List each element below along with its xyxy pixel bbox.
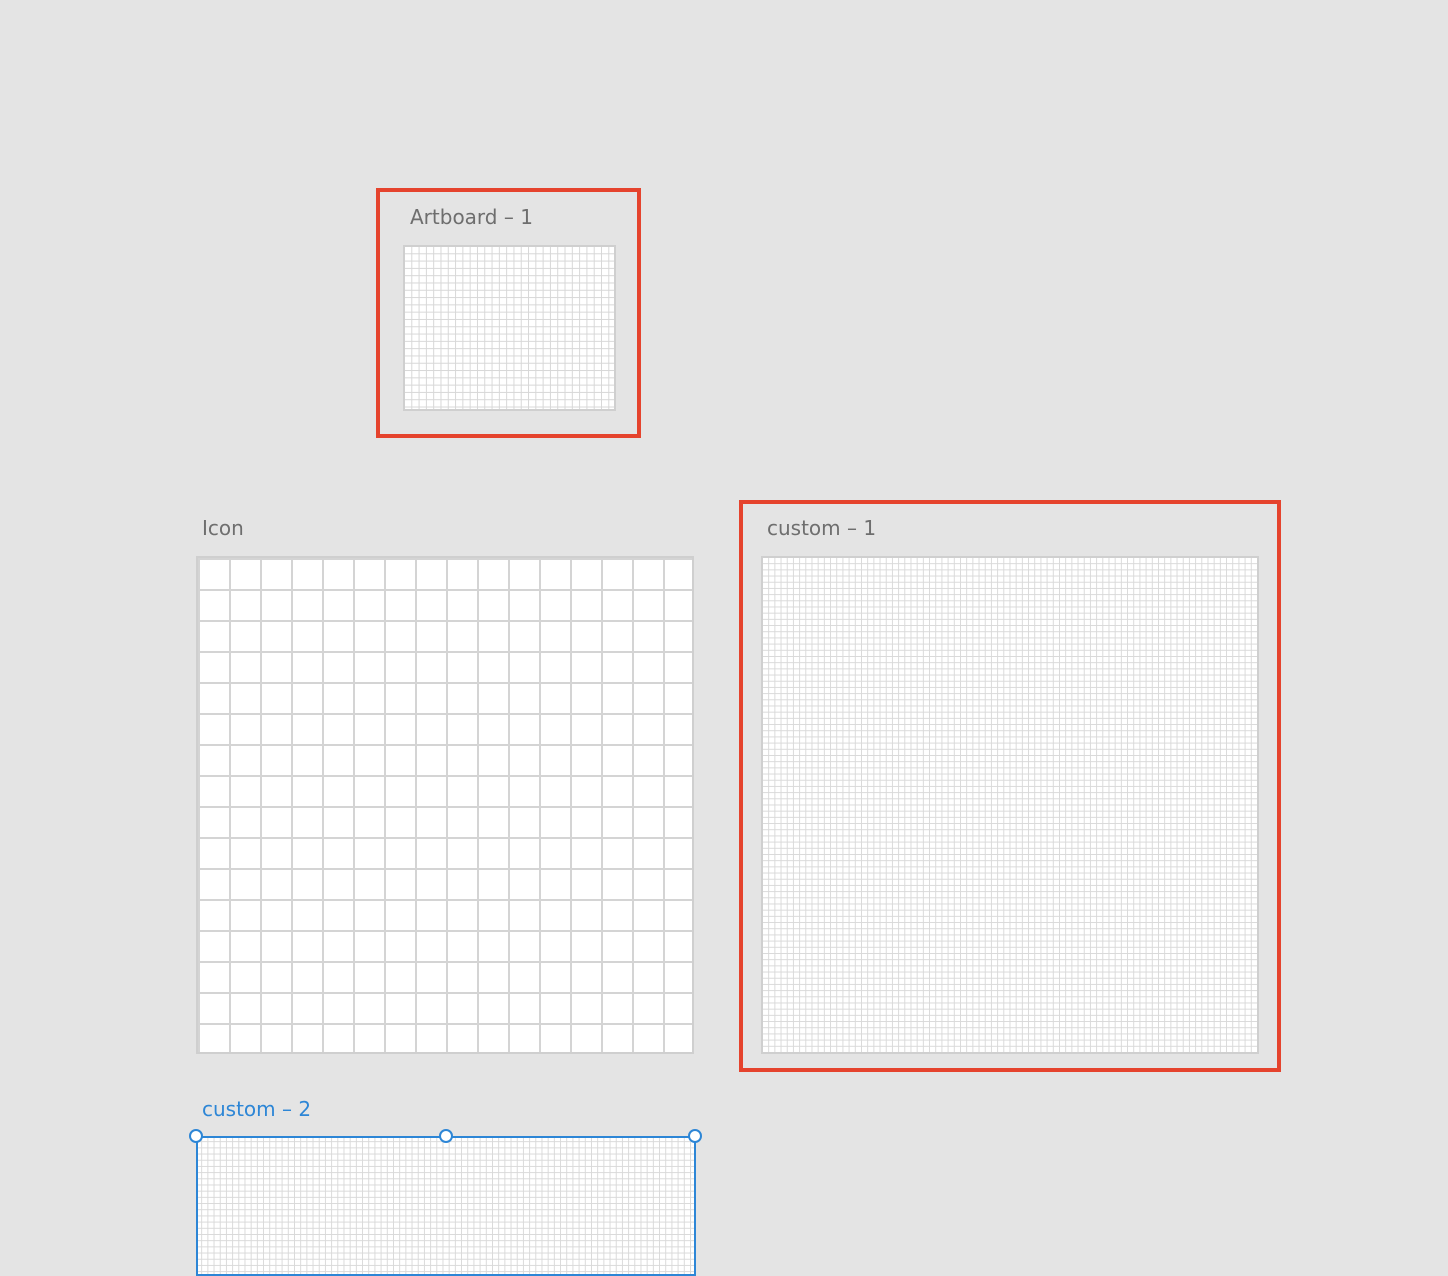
resize-handle-top-center[interactable]: [439, 1129, 453, 1143]
artboard-title-artboard-1[interactable]: Artboard – 1: [410, 205, 533, 229]
artboard-title-icon[interactable]: Icon: [202, 516, 244, 540]
artboard-artboard-1[interactable]: [403, 245, 616, 411]
resize-handle-top-left[interactable]: [189, 1129, 203, 1143]
artboard-icon[interactable]: [196, 556, 694, 1054]
design-canvas[interactable]: Artboard – 1 Icon custom – 1 custom – 2: [0, 0, 1448, 1276]
artboard-title-custom-1[interactable]: custom – 1: [767, 516, 876, 540]
artboard-custom-1[interactable]: [761, 556, 1259, 1054]
artboard-title-custom-2[interactable]: custom – 2: [202, 1097, 311, 1121]
resize-handle-top-right[interactable]: [688, 1129, 702, 1143]
selection-frame[interactable]: [196, 1136, 696, 1276]
